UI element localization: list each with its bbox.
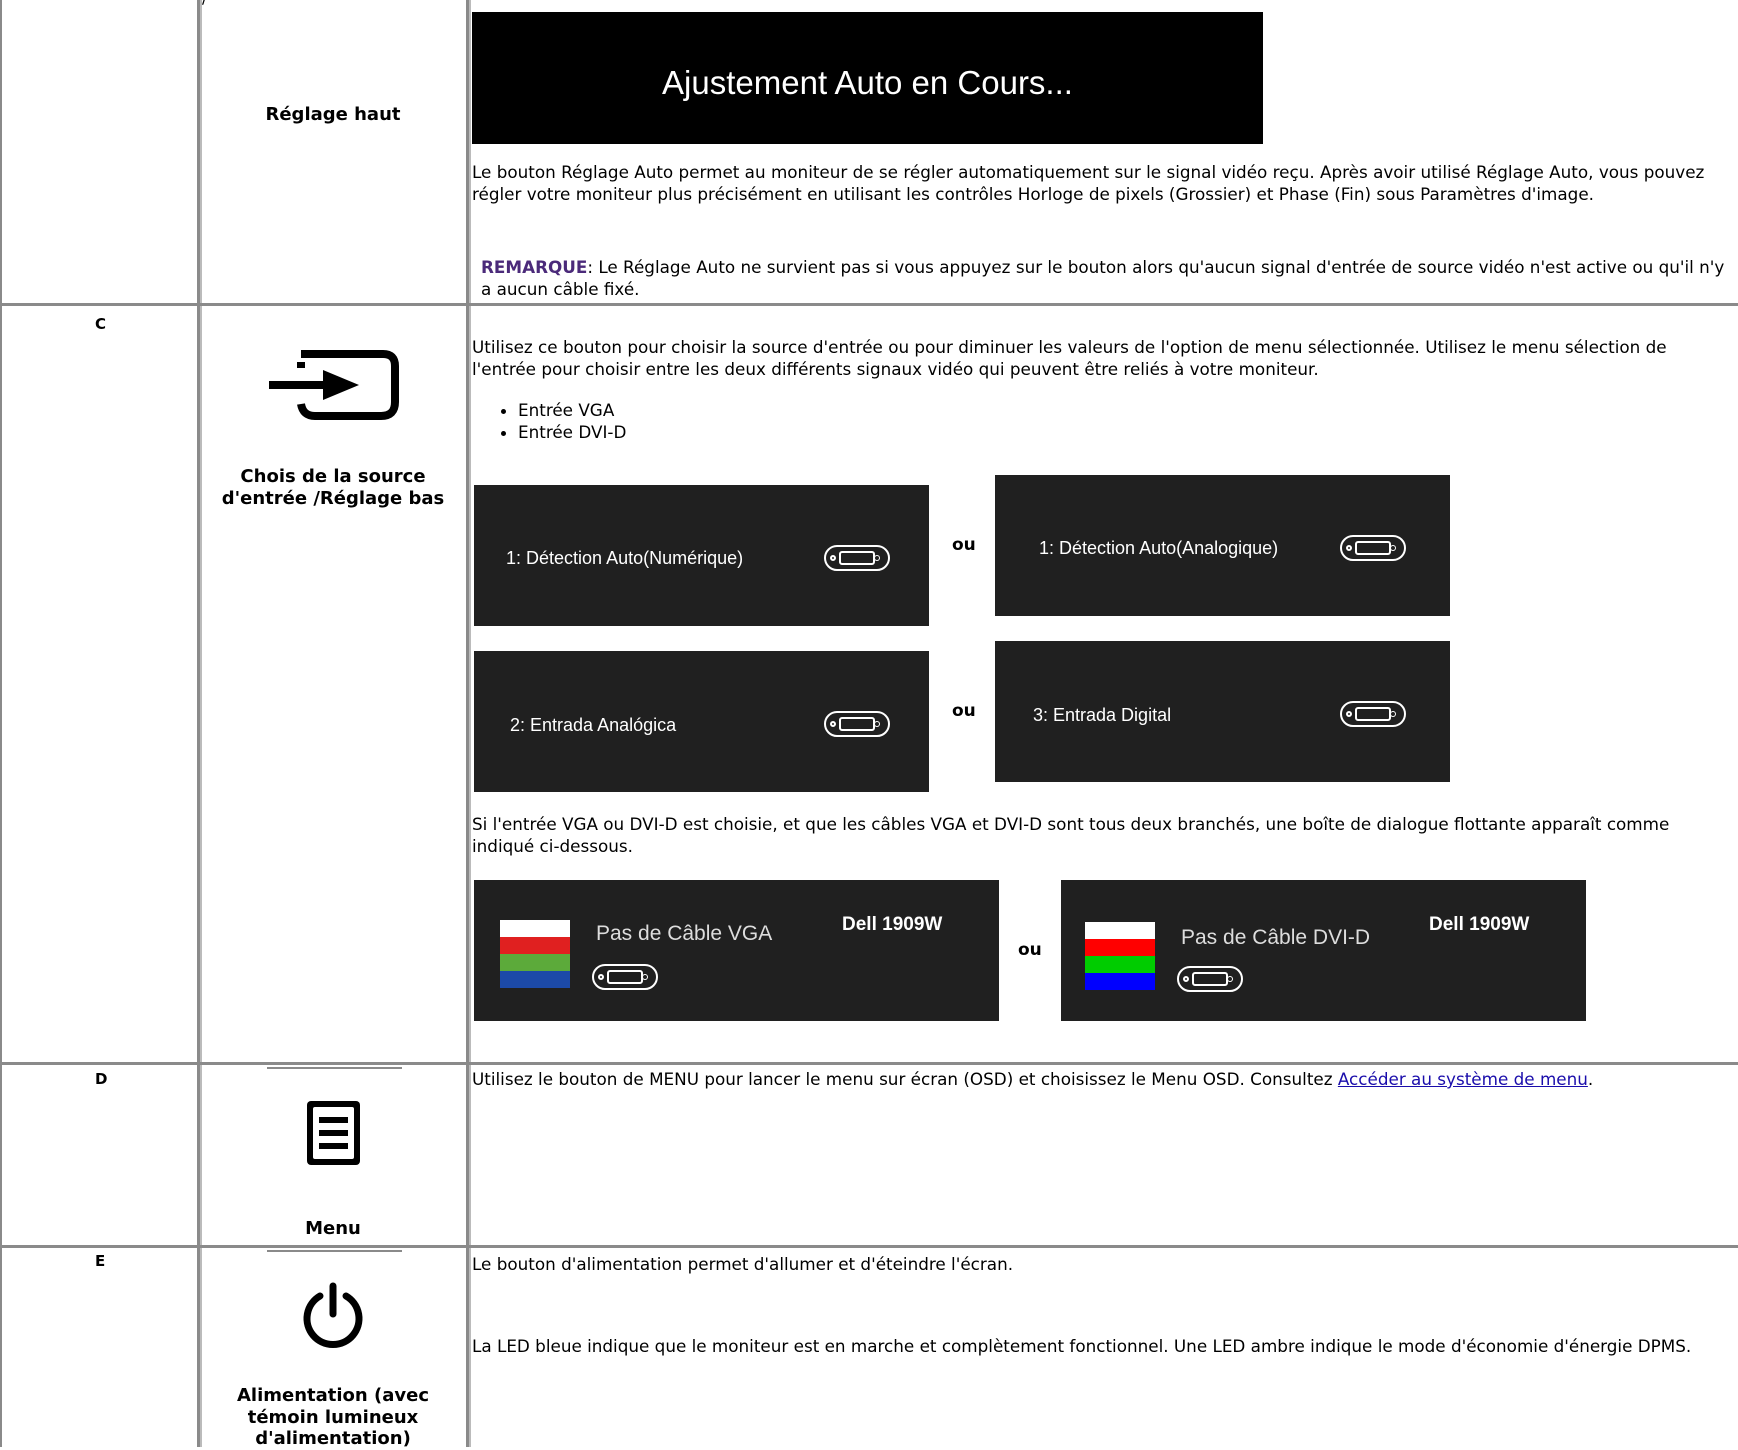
model-name: Dell 1909W <box>1429 914 1530 935</box>
power-icon-top-rule <box>267 1250 402 1252</box>
osd-auto-adjust-screenshot: Ajustement Auto en Cours... <box>472 12 1263 144</box>
row-letter-d: D <box>95 1070 108 1088</box>
dvi-connector-icon <box>1340 535 1406 561</box>
osd-analog-input: 2: Entrada Analógica <box>474 651 929 792</box>
input-source-description: Utilisez ce bouton pour choisir la sourc… <box>472 337 1667 379</box>
caption-input-source: Chois de la source d'entrée /Réglage bas <box>221 466 445 509</box>
row-letter-e: E <box>95 1252 106 1270</box>
table-left-border <box>0 0 2 1447</box>
row-letter-c: C <box>95 315 107 333</box>
note-text: : Le Réglage Auto ne survient pas si vou… <box>481 257 1725 299</box>
menu-description-text: Utilisez le bouton de MENU pour lancer l… <box>472 1069 1338 1089</box>
model-name: Dell 1909W <box>842 914 943 935</box>
no-cable-vga-dialog: Pas de Câble VGA Dell 1909W <box>474 880 999 1021</box>
osd-digital-input-label: 3: Entrada Digital <box>1033 705 1172 725</box>
vga-connector-icon <box>824 711 890 737</box>
no-cable-dvi-dialog: Pas de Câble DVI-D Dell 1909W <box>1061 880 1586 1021</box>
caption-menu: Menu <box>305 1218 361 1239</box>
input-item-dvi: Entrée DVI-D <box>518 422 626 444</box>
row-divider-cd <box>0 1062 1738 1065</box>
dvi-connector-icon <box>1340 701 1406 727</box>
or-label-2: ou <box>952 701 976 721</box>
or-label-3: ou <box>1018 940 1042 960</box>
input-list: Entrée VGA Entrée DVI-D <box>500 400 626 444</box>
row-divider-de <box>0 1245 1738 1248</box>
menu-icon-top-rule <box>267 1067 402 1069</box>
dvi-connector-icon <box>1177 966 1243 992</box>
osd-auto-adjust-text: Ajustement Auto en Cours... <box>662 64 1073 101</box>
osd-detect-numeric-label: 1: Détection Auto(Numérique) <box>506 548 744 568</box>
vga-connector-icon <box>824 545 890 571</box>
power-description-1: Le bouton d'alimentation permet d'allume… <box>472 1254 1014 1274</box>
top-fragment: / <box>202 0 207 7</box>
menu-description-end: . <box>1587 1069 1594 1089</box>
row-divider-bc <box>0 303 1738 306</box>
auto-adjust-description: Le bouton Réglage Auto permet au moniteu… <box>472 162 1705 204</box>
osd-detect-numeric: 1: Détection Auto(Numérique) <box>474 485 929 626</box>
osd-detect-analog-label: 1: Détection Auto(Analogique) <box>1039 538 1279 558</box>
osd-digital-input: 3: Entrada Digital <box>995 641 1450 782</box>
vga-connector-icon <box>592 964 658 990</box>
menu-description: Utilisez le bouton de MENU pour lancer l… <box>472 1069 1734 1091</box>
note-label: REMARQUE <box>481 257 588 277</box>
or-label-1: ou <box>952 535 976 555</box>
no-cable-dvi-text: Pas de Câble DVI-D <box>1181 926 1371 949</box>
power-icon <box>303 1282 363 1348</box>
power-description-2: La LED bleue indique que le moniteur est… <box>472 1336 1692 1356</box>
auto-adjust-note: REMARQUE: Le Réglage Auto ne survient pa… <box>481 257 1731 301</box>
no-cable-vga-text: Pas de Câble VGA <box>596 922 773 945</box>
color-bars-vga <box>500 920 570 988</box>
input-item-vga: Entrée VGA <box>518 400 626 422</box>
cable-description: Si l'entrée VGA ou DVI-D est choisie, et… <box>472 814 1670 856</box>
color-bars-dvi <box>1085 922 1155 990</box>
caption-power: Alimentation (avec témoin lumineux d'ali… <box>236 1385 429 1450</box>
osd-detect-analog: 1: Détection Auto(Analogique) <box>995 475 1450 616</box>
osd-analog-input-label: 2: Entrada Analógica <box>510 715 677 735</box>
input-source-icon <box>269 350 399 420</box>
caption-reglage-haut: Réglage haut <box>265 104 401 125</box>
column-divider-2b <box>469 0 471 1447</box>
menu-icon <box>307 1101 360 1165</box>
menu-system-link[interactable]: Accéder au système de menu <box>1338 1069 1588 1089</box>
